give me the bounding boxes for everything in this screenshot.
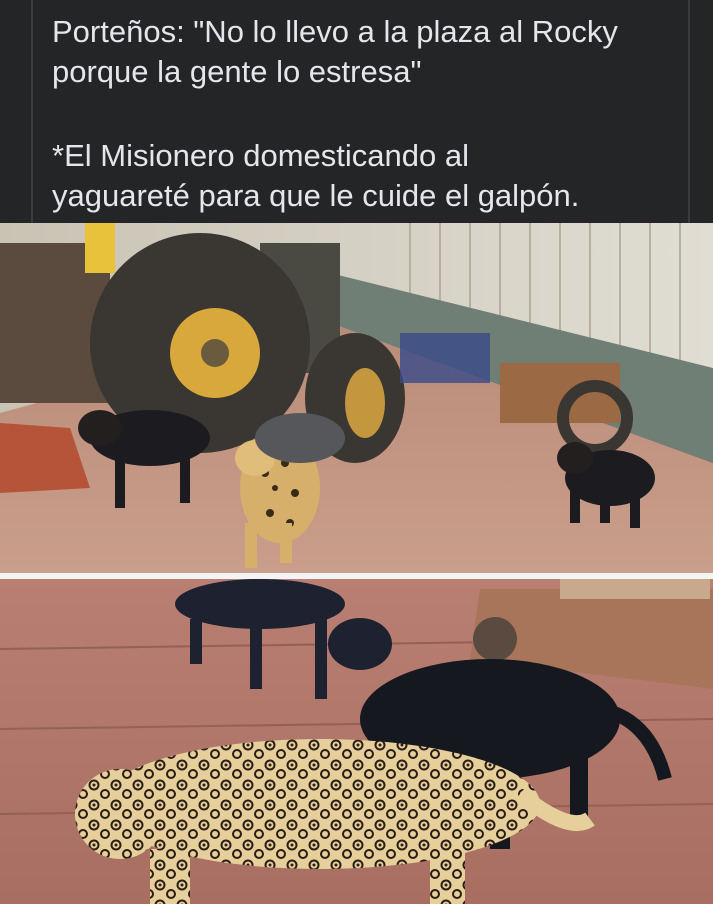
caption-line-3: *El Misionero domesticando al (52, 138, 469, 173)
post-header: Porteños: "No lo llevo a la plaza al Roc… (0, 0, 713, 223)
post-caption: Porteños: "No lo llevo a la plaza al Roc… (52, 12, 682, 216)
left-border (31, 0, 33, 223)
caption-line-1: Porteños: "No lo llevo a la plaza al Roc… (52, 14, 618, 49)
caption-line-4: yaguareté para que le cuide el galpón. (52, 178, 580, 213)
photo-bottom[interactable] (0, 579, 713, 904)
photo-top-illustration (0, 223, 713, 573)
right-border (688, 0, 690, 223)
caption-line-2: porque la gente lo estresa" (52, 54, 422, 89)
photo-bottom-illustration (0, 579, 713, 904)
photo-top[interactable] (0, 223, 713, 573)
